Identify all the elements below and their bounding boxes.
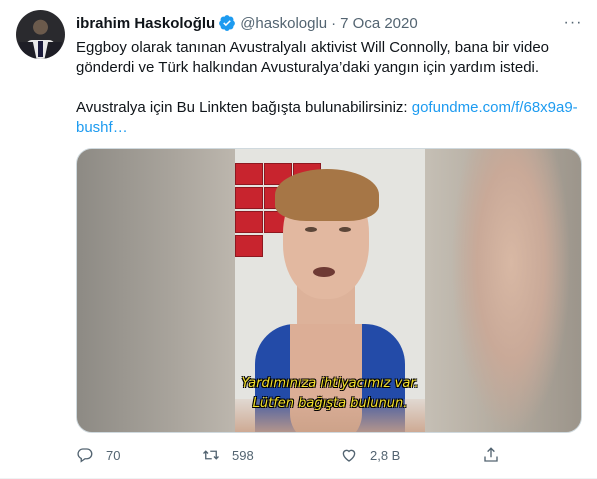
reply-icon <box>77 448 93 463</box>
video-frame: Yardımınıza ihtiyacımız var. Lütfen bağı… <box>235 149 425 432</box>
tweet-text-line-1: Eggboy olarak tanınan Avustralyalı aktiv… <box>76 39 550 76</box>
tweet-actions: 70 598 2,8 B <box>76 444 516 466</box>
share-icon <box>484 447 498 462</box>
like-button[interactable]: 2,8 B <box>340 444 400 466</box>
tweet-text-donate: Avustralya için Bu Linkten bağışta bulun… <box>76 99 412 116</box>
tweet-text-line-2: Avustralya için Bu Linkten bağışta bulun… <box>76 98 586 138</box>
video-player[interactable]: Yardımınıza ihtiyacımız var. Lütfen bağı… <box>76 148 582 433</box>
author-handle[interactable]: @haskologlu <box>240 15 327 32</box>
tweet-header: ibrahim Haskoloğlu @haskologlu · 7 Oca 2… <box>76 13 418 33</box>
author-name[interactable]: ibrahim Haskoloğlu <box>76 15 215 32</box>
tweet-text: Eggboy olarak tanınan Avustralyalı aktiv… <box>76 38 586 138</box>
reply-button[interactable]: 70 <box>76 444 120 466</box>
avatar[interactable] <box>16 10 65 59</box>
like-icon <box>342 449 356 462</box>
more-icon[interactable]: ··· <box>562 13 584 33</box>
reply-count: 70 <box>106 447 121 463</box>
like-count: 2,8 B <box>370 447 401 463</box>
retweet-count: 598 <box>232 447 254 463</box>
video-subtitle-2: Lütfen bağışta bulunun. <box>252 396 408 411</box>
tweet[interactable]: ibrahim Haskoloğlu @haskologlu · 7 Oca 2… <box>0 0 597 479</box>
header-separator: · <box>331 14 337 32</box>
tweet-date[interactable]: 7 Oca 2020 <box>340 15 418 32</box>
video-subtitle-1: Yardımınıza ihtiyacımız var. <box>241 376 419 391</box>
verified-badge-icon <box>219 15 236 31</box>
video-blur-left <box>77 149 237 432</box>
retweet-button[interactable]: 598 <box>202 444 254 466</box>
retweet-icon <box>203 450 219 460</box>
share-button[interactable] <box>482 444 500 466</box>
